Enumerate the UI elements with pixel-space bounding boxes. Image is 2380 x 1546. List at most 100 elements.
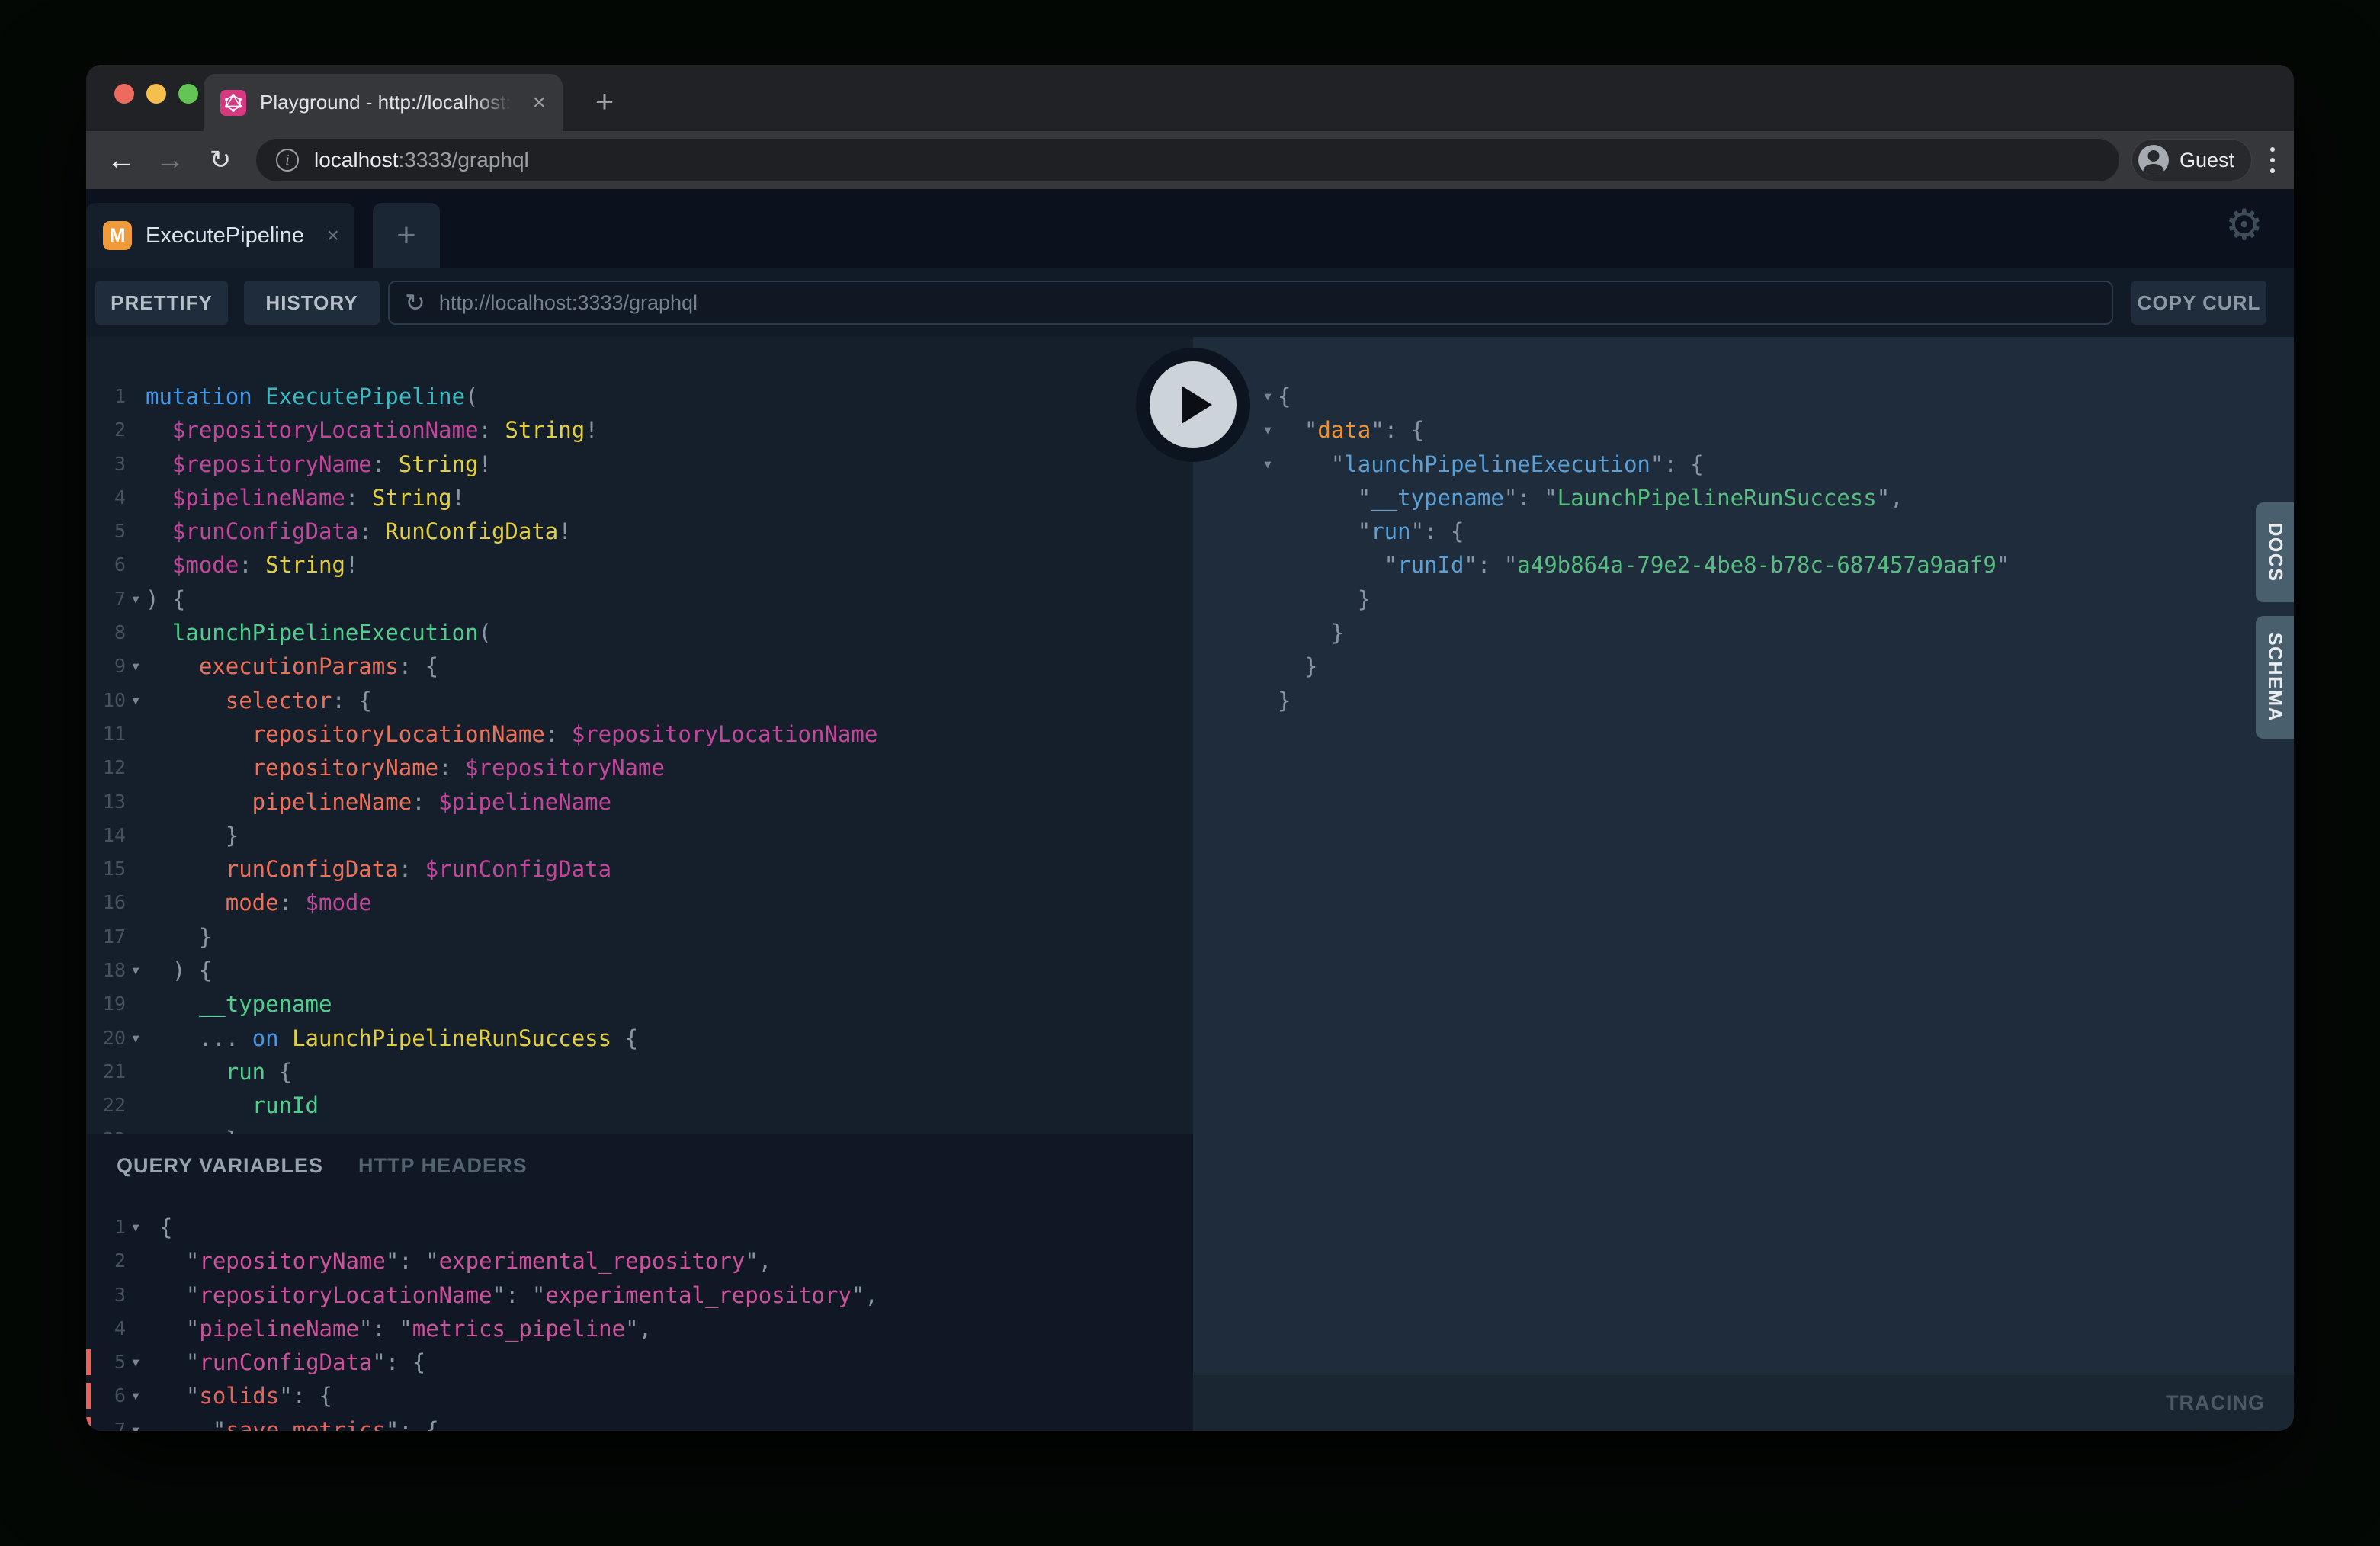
code-line: "__typename": "LaunchPipelineRunSuccess"… — [1258, 481, 2294, 515]
mutation-badge: M — [103, 221, 132, 250]
tab-http-headers[interactable]: HTTP HEADERS — [358, 1154, 528, 1178]
fold-spacer — [126, 1123, 146, 1134]
replay-icon[interactable]: ↺ — [405, 288, 425, 317]
code-line: 12 repositoryName: $repositoryName — [86, 751, 1193, 784]
code-line: } — [1258, 582, 2294, 616]
fold-spacer — [1258, 616, 1278, 650]
fold-arrow-icon[interactable]: ▼ — [126, 582, 146, 616]
fold-spacer — [1258, 684, 1278, 717]
line-number: 4 — [86, 1312, 126, 1346]
fold-arrow-icon[interactable]: ▼ — [126, 684, 146, 717]
code-line: } — [1258, 616, 2294, 650]
code-line: 11 repositoryLocationName: $repositoryLo… — [86, 717, 1193, 751]
history-button[interactable]: HISTORY — [244, 281, 380, 325]
line-number: 11 — [86, 717, 126, 751]
fold-spacer — [126, 1089, 146, 1122]
code-line: 8 launchPipelineExecution( — [86, 616, 1193, 650]
reload-icon[interactable]: ↻ — [199, 131, 242, 189]
fold-spacer — [126, 852, 146, 886]
fold-arrow-icon[interactable]: ▼ — [126, 1379, 146, 1413]
forward-icon[interactable]: → — [149, 131, 191, 189]
playground-new-tab-button[interactable]: + — [373, 203, 440, 268]
fold-spacer — [126, 920, 146, 954]
code-line: 23 } — [86, 1123, 1193, 1134]
line-number: 8 — [86, 616, 126, 650]
playground-tab-bar: M ExecutePipeline × + ⚙ — [86, 189, 2294, 268]
line-number: 19 — [86, 987, 126, 1021]
execute-query-button[interactable] — [1136, 348, 1250, 462]
profile-button[interactable]: Guest — [2131, 139, 2252, 181]
code-line: ▼{ — [1258, 380, 2294, 413]
tab-query-variables[interactable]: QUERY VARIABLES — [117, 1154, 323, 1178]
code-line: 15 runConfigData: $runConfigData — [86, 852, 1193, 886]
line-number: 6 — [86, 1379, 126, 1413]
site-info-icon[interactable]: i — [276, 149, 299, 172]
fold-spacer — [126, 515, 146, 548]
browser-tab-title: Playground - http://localhost:3 — [260, 91, 518, 114]
code-line: 4 "pipelineName": "metrics_pipeline", — [86, 1312, 1193, 1346]
line-number: 5 — [86, 515, 126, 548]
line-number: 3 — [86, 447, 126, 481]
lint-marker — [86, 1349, 91, 1375]
code-line: 5 $runConfigData: RunConfigData! — [86, 515, 1193, 548]
code-line: } — [1258, 650, 2294, 683]
address-path: :3333/graphql — [399, 148, 529, 172]
code-line: 2 "repositoryName": "experimental_reposi… — [86, 1244, 1193, 1278]
code-line: 14 } — [86, 819, 1193, 852]
minimize-window-button[interactable] — [146, 84, 166, 104]
fold-spacer — [1258, 515, 1278, 548]
fold-arrow-icon[interactable]: ▼ — [126, 1022, 146, 1055]
fold-arrow-icon[interactable]: ▼ — [126, 650, 146, 683]
line-number: 6 — [86, 548, 126, 582]
fold-arrow-icon[interactable]: ▼ — [126, 954, 146, 987]
tracing-bar: TRACING — [1193, 1375, 2294, 1431]
new-tab-button[interactable]: + — [583, 80, 626, 123]
schema-side-tab[interactable]: SCHEMA — [2256, 616, 2294, 739]
fold-arrow-icon[interactable]: ▼ — [1258, 413, 1278, 447]
query-editor-pane[interactable]: 1mutation ExecutePipeline(2 $repositoryL… — [86, 337, 1193, 1134]
browser-menu-icon[interactable] — [2265, 142, 2280, 178]
fold-arrow-icon[interactable]: ▼ — [126, 1413, 146, 1431]
code-line: 13 pipelineName: $pipelineName — [86, 785, 1193, 819]
code-line: 9▼ executionParams: { — [86, 650, 1193, 683]
address-bar[interactable]: i localhost:3333/graphql — [256, 139, 2119, 181]
fold-arrow-icon[interactable]: ▼ — [1258, 447, 1278, 481]
query-variables-pane[interactable]: QUERY VARIABLES HTTP HEADERS 1▼{2 "repos… — [86, 1134, 1193, 1431]
variables-editor[interactable]: 1▼{2 "repositoryName": "experimental_rep… — [86, 1211, 1193, 1431]
line-number: 7 — [86, 1413, 126, 1431]
fold-arrow-icon[interactable]: ▼ — [126, 1211, 146, 1244]
fold-spacer — [1258, 582, 1278, 616]
tab-close-icon[interactable]: × — [532, 91, 546, 114]
browser-tab[interactable]: Playground - http://localhost:3 × — [204, 74, 563, 131]
fold-spacer — [1258, 650, 1278, 683]
browser-toolbar: ← → ↻ i localhost:3333/graphql Guest — [86, 131, 2294, 189]
fold-arrow-icon[interactable]: ▼ — [126, 1346, 146, 1379]
line-number: 4 — [86, 481, 126, 515]
code-line: 22 runId — [86, 1089, 1193, 1122]
query-editor[interactable]: 1mutation ExecutePipeline(2 $repositoryL… — [86, 380, 1193, 1134]
back-icon[interactable]: ← — [100, 131, 143, 189]
settings-gear-icon[interactable]: ⚙ — [2225, 200, 2263, 250]
code-line: 10▼ selector: { — [86, 684, 1193, 717]
docs-side-tab[interactable]: DOCS — [2256, 502, 2294, 602]
fold-spacer — [126, 447, 146, 481]
fold-arrow-icon[interactable]: ▼ — [1258, 380, 1278, 413]
playground-tab-executepipeline[interactable]: M ExecutePipeline × — [86, 203, 354, 268]
endpoint-url-input[interactable]: ↺ http://localhost:3333/graphql — [388, 281, 2113, 325]
tracing-label[interactable]: TRACING — [2166, 1391, 2265, 1415]
fold-spacer — [126, 481, 146, 515]
response-pane[interactable]: ▼{▼ "data": {▼ "launchPipelineExecution"… — [1193, 337, 2294, 1375]
prettify-button[interactable]: PRETTIFY — [95, 281, 228, 325]
browser-window: Playground - http://localhost:3 × + ← → … — [86, 65, 2294, 1431]
fold-spacer — [126, 785, 146, 819]
copy-curl-button[interactable]: COPY CURL — [2131, 281, 2266, 325]
line-number: 10 — [86, 684, 126, 717]
address-host: localhost — [314, 148, 399, 172]
zoom-window-button[interactable] — [178, 84, 198, 104]
line-number: 1 — [86, 1211, 126, 1244]
avatar-icon — [2138, 145, 2169, 175]
graphql-favicon-icon — [220, 90, 246, 116]
fold-spacer — [1258, 481, 1278, 515]
playground-tab-close-icon[interactable]: × — [327, 223, 339, 248]
close-window-button[interactable] — [114, 84, 134, 104]
